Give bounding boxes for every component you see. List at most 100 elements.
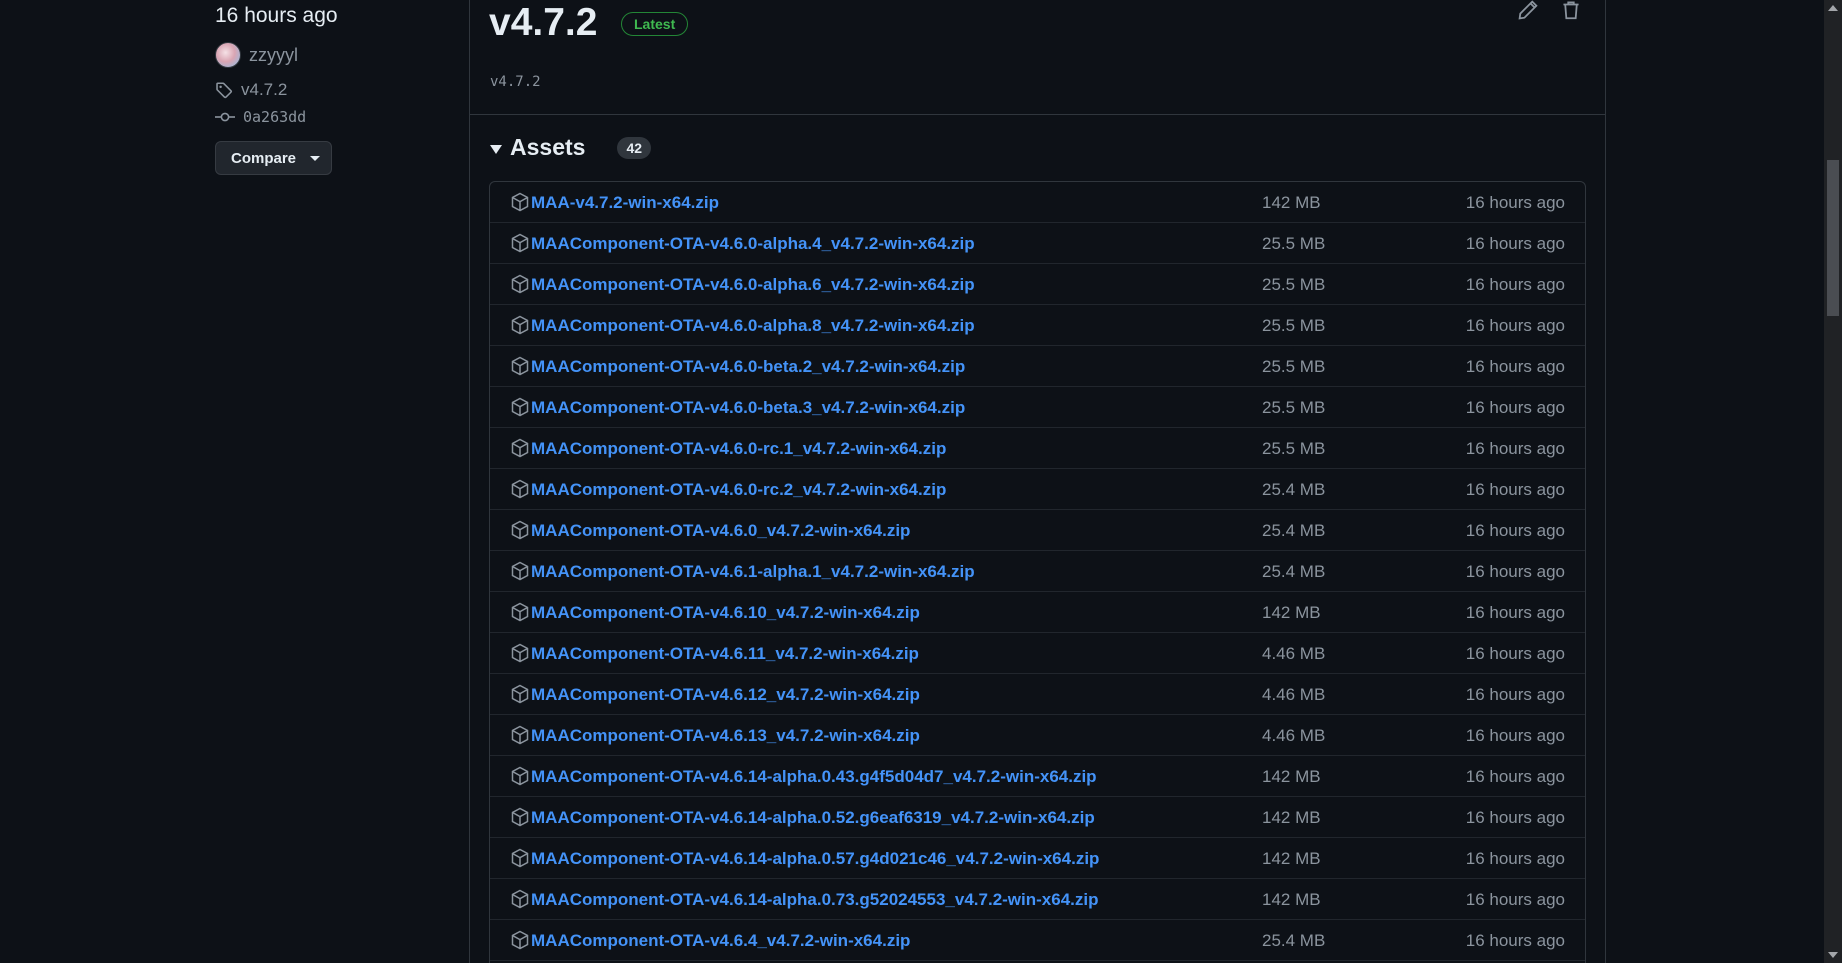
asset-date: 16 hours ago [1465, 644, 1565, 663]
asset-row: MAAComponent-OTA-v4.6.0-rc.2_v4.7.2-win-… [490, 469, 1585, 510]
scroll-down-icon[interactable] [1828, 952, 1838, 958]
asset-download-link[interactable]: MAAComponent-OTA-v4.6.0-alpha.4_v4.7.2-w… [531, 234, 975, 254]
asset-size: 142 MB [1262, 890, 1321, 909]
asset-download-link[interactable]: MAAComponent-OTA-v4.6.0-beta.2_v4.7.2-wi… [531, 357, 965, 377]
package-icon [510, 725, 530, 745]
git-commit-icon [215, 110, 235, 124]
asset-row: MAAComponent-OTA-v4.6.1-alpha.1_v4.7.2-w… [490, 551, 1585, 592]
asset-date: 16 hours ago [1465, 398, 1565, 417]
tag-icon [215, 81, 233, 99]
package-icon [510, 233, 530, 253]
asset-download-link[interactable]: MAAComponent-OTA-v4.6.0-rc.2_v4.7.2-win-… [531, 480, 946, 500]
tag-label[interactable]: v4.7.2 [241, 80, 287, 100]
asset-size: 4.46 MB [1262, 644, 1326, 663]
package-icon [510, 807, 530, 827]
asset-date: 16 hours ago [1465, 193, 1565, 212]
asset-row: MAAComponent-OTA-v4.6.14-alpha.0.52.g6ea… [490, 797, 1585, 838]
asset-date: 16 hours ago [1465, 685, 1565, 704]
compare-button[interactable]: Compare [215, 141, 332, 175]
asset-row: MAAComponent-OTA-v4.6.14-alpha.0.57.g4d0… [490, 838, 1585, 879]
asset-row: MAA-v4.7.2-win-x64.zip 142 MB 16 hours ago [490, 182, 1585, 223]
asset-size: 25.5 MB [1262, 357, 1326, 376]
asset-download-link[interactable]: MAAComponent-OTA-v4.6.12_v4.7.2-win-x64.… [531, 685, 920, 705]
asset-size: 142 MB [1262, 193, 1321, 212]
asset-download-link[interactable]: MAAComponent-OTA-v4.6.14-alpha.0.73.g520… [531, 890, 1099, 910]
asset-download-link[interactable]: MAAComponent-OTA-v4.6.13_v4.7.2-win-x64.… [531, 726, 920, 746]
avatar[interactable] [215, 42, 241, 68]
asset-download-link[interactable]: MAA-v4.7.2-win-x64.zip [531, 193, 719, 213]
triangle-down-icon [490, 144, 502, 154]
asset-download-link[interactable]: MAAComponent-OTA-v4.6.0-alpha.6_v4.7.2-w… [531, 275, 975, 295]
assets-toggle[interactable]: Assets 42 [490, 134, 652, 161]
assets-count-badge: 42 [617, 136, 652, 159]
asset-size: 142 MB [1262, 808, 1321, 827]
package-icon [510, 438, 530, 458]
pencil-icon[interactable] [1517, 0, 1539, 21]
asset-row: MAAComponent-OTA-v4.6.13_v4.7.2-win-x64.… [490, 715, 1585, 756]
release-page: 16 hours ago zzyyyl v4.7.2 0a263dd Compa… [0, 0, 1842, 963]
asset-row: MAAComponent-OTA-v4.6.14-alpha.0.73.g520… [490, 879, 1585, 920]
asset-row: MAAComponent-OTA-v4.6.14-alpha.0.43.g4f5… [490, 756, 1585, 797]
asset-row: MAAComponent-OTA-v4.6.0-alpha.4_v4.7.2-w… [490, 223, 1585, 264]
asset-row: MAAComponent-OTA-v4.6.0-beta.2_v4.7.2-wi… [490, 346, 1585, 387]
asset-date: 16 hours ago [1465, 931, 1565, 950]
release-title[interactable]: v4.7.2 [489, 1, 597, 45]
scroll-thumb[interactable] [1827, 160, 1839, 316]
asset-size: 4.46 MB [1262, 726, 1326, 745]
latest-badge: Latest [621, 12, 689, 36]
asset-download-link[interactable]: MAAComponent-OTA-v4.6.14-alpha.0.52.g6ea… [531, 808, 1095, 828]
asset-date: 16 hours ago [1465, 808, 1565, 827]
asset-download-link[interactable]: MAAComponent-OTA-v4.6.0_v4.7.2-win-x64.z… [531, 521, 910, 541]
page-scrollbar[interactable] [1824, 0, 1842, 963]
author-name[interactable]: zzyyyl [249, 45, 298, 66]
chevron-down-icon [310, 155, 321, 161]
asset-row: MAAComponent-OTA-v4.6.0_v4.7.2-win-x64.z… [490, 510, 1585, 551]
asset-download-link[interactable]: MAAComponent-OTA-v4.6.10_v4.7.2-win-x64.… [531, 603, 920, 623]
package-icon [510, 397, 530, 417]
commit-sha[interactable]: 0a263dd [243, 108, 306, 126]
asset-size: 25.5 MB [1262, 316, 1326, 335]
asset-download-link[interactable]: MAAComponent-OTA-v4.6.0-rc.1_v4.7.2-win-… [531, 439, 946, 459]
asset-download-link[interactable]: MAAComponent-OTA-v4.6.14-alpha.0.43.g4f5… [531, 767, 1097, 787]
asset-download-link[interactable]: MAAComponent-OTA-v4.6.0-alpha.8_v4.7.2-w… [531, 316, 975, 336]
release-card: v4.7.2 Latest v4.7.2 Assets 42 MAA-v4.7.… [469, 0, 1606, 963]
asset-row: MAAComponent-OTA-v4.6.0-alpha.6_v4.7.2-w… [490, 264, 1585, 305]
asset-date: 16 hours ago [1465, 316, 1565, 335]
asset-download-link[interactable]: MAAComponent-OTA-v4.6.1-alpha.1_v4.7.2-w… [531, 562, 975, 582]
scroll-up-icon[interactable] [1828, 5, 1838, 11]
asset-date: 16 hours ago [1465, 521, 1565, 540]
asset-size: 4.46 MB [1262, 685, 1326, 704]
asset-download-link[interactable]: MAAComponent-OTA-v4.6.4_v4.7.2-win-x64.z… [531, 931, 910, 951]
asset-size: 25.4 MB [1262, 480, 1326, 499]
release-tag[interactable]: v4.7.2 [215, 80, 287, 100]
asset-download-link[interactable]: MAAComponent-OTA-v4.6.0-beta.3_v4.7.2-wi… [531, 398, 965, 418]
asset-row: MAAComponent-OTA-v4.6.4_v4.7.2-win-x64.z… [490, 920, 1585, 961]
trash-icon[interactable] [1560, 0, 1582, 21]
asset-size: 25.5 MB [1262, 234, 1326, 253]
package-icon [510, 274, 530, 294]
release-commit[interactable]: 0a263dd [215, 108, 306, 126]
asset-row: MAAComponent-OTA-v4.6.10_v4.7.2-win-x64.… [490, 592, 1585, 633]
release-tagline: v4.7.2 [490, 74, 541, 90]
asset-date: 16 hours ago [1465, 480, 1565, 499]
assets-heading: Assets [510, 134, 586, 160]
package-icon [510, 479, 530, 499]
asset-download-link[interactable]: MAAComponent-OTA-v4.6.11_v4.7.2-win-x64.… [531, 644, 919, 664]
package-icon [510, 930, 530, 950]
asset-date: 16 hours ago [1465, 849, 1565, 868]
package-icon [510, 520, 530, 540]
asset-date: 16 hours ago [1465, 562, 1565, 581]
release-author[interactable]: zzyyyl [215, 42, 298, 68]
asset-size: 25.5 MB [1262, 398, 1326, 417]
asset-date: 16 hours ago [1465, 439, 1565, 458]
asset-date: 16 hours ago [1465, 767, 1565, 786]
asset-date: 16 hours ago [1465, 234, 1565, 253]
asset-download-link[interactable]: MAAComponent-OTA-v4.6.14-alpha.0.57.g4d0… [531, 849, 1099, 869]
package-icon [510, 889, 530, 909]
asset-date: 16 hours ago [1465, 726, 1565, 745]
asset-row: MAAComponent-OTA-v4.6.0-beta.3_v4.7.2-wi… [490, 387, 1585, 428]
asset-list: MAA-v4.7.2-win-x64.zip 142 MB 16 hours ago… [489, 181, 1586, 963]
package-icon [510, 643, 530, 663]
release-header: v4.7.2 Latest v4.7.2 [470, 0, 1605, 115]
compare-label: Compare [231, 149, 297, 167]
